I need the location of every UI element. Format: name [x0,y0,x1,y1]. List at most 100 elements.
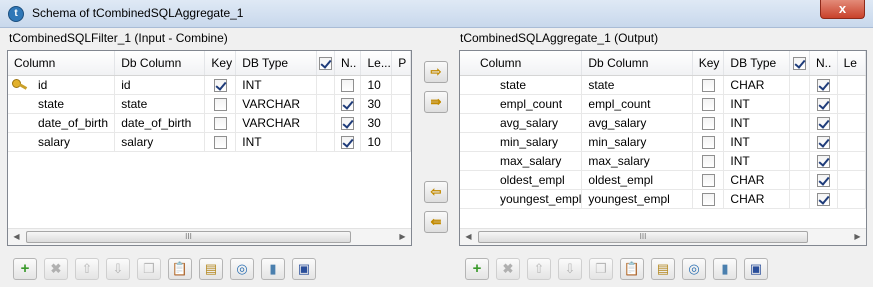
cell-column[interactable]: avg_salary [460,113,583,133]
table-row[interactable]: empl_count empl_count INT [460,94,866,114]
checkbox[interactable] [816,78,830,92]
cell-nullable[interactable] [809,189,838,209]
move-up-button[interactable]: ⇧ [75,258,99,280]
checkbox[interactable] [816,173,830,187]
header-key[interactable]: Key [204,51,237,76]
cell-key[interactable] [204,75,237,95]
cell-db-type[interactable]: VARCHAR [235,113,317,133]
cell-key[interactable] [204,94,237,114]
cell-key[interactable] [692,170,725,190]
header-column[interactable]: Column [460,51,583,76]
cell-db-type[interactable]: INT [235,132,317,152]
table-row[interactable]: state state CHAR [460,75,866,95]
scroll-left-arrow-icon[interactable]: ◀ [8,229,25,245]
cell-db-type[interactable]: CHAR [723,75,791,95]
cell-key[interactable] [204,113,237,133]
header-db-column[interactable]: Db Column [581,51,693,76]
cell-nullable[interactable] [809,170,838,190]
checkbox[interactable] [701,154,715,168]
cell-key[interactable] [692,113,725,133]
checkbox[interactable] [213,135,227,149]
cell-db-column[interactable]: max_salary [581,151,693,171]
cell-db-column[interactable]: empl_count [581,94,693,114]
table-row[interactable]: date_of_birth date_of_birth VARCHAR 30 [8,113,411,133]
scroll-left-arrow-icon[interactable]: ◀ [460,229,477,245]
cell-db-column[interactable]: id [114,75,206,95]
header-length[interactable]: Le... [360,51,393,76]
scroll-right-arrow-icon[interactable]: ▶ [849,229,866,245]
cell-db-column[interactable]: state [114,94,206,114]
cell-db-type[interactable]: INT [723,113,791,133]
cell-nullable[interactable] [809,94,838,114]
cell-key[interactable] [692,189,725,209]
cell-db-type[interactable]: CHAR [723,170,791,190]
header-db-type[interactable]: DB Type [235,51,317,76]
save-button[interactable]: ▣ [292,258,316,280]
input-horizontal-scrollbar[interactable]: ◀ III ▶ [8,228,411,245]
cell-column[interactable]: state [8,94,116,114]
scroll-thumb[interactable]: III [478,231,808,243]
export-button[interactable]: ◎ [682,258,706,280]
cell-db-column[interactable]: salary [114,132,206,152]
cell-db-type[interactable]: INT [723,151,791,171]
cell-key[interactable] [692,132,725,152]
copy-button[interactable]: ❐ [589,258,613,280]
table-row[interactable]: oldest_empl oldest_empl CHAR [460,170,866,190]
save-button[interactable]: ▣ [744,258,768,280]
table-row[interactable]: salary salary INT 10 [8,132,411,152]
cell-length[interactable] [837,113,866,133]
paste-button[interactable]: 📋 [168,258,192,280]
table-row[interactable]: id id INT 10 [8,75,411,95]
export-button[interactable]: ◎ [230,258,254,280]
cell-column[interactable]: salary [8,132,116,152]
reset-button[interactable]: ▮ [713,258,737,280]
cell-db-type[interactable]: CHAR [723,189,791,209]
select-all-checkbox[interactable] [318,56,332,70]
checkbox[interactable] [701,97,715,111]
scroll-right-arrow-icon[interactable]: ▶ [394,229,411,245]
checkbox[interactable] [213,116,227,130]
cell-key[interactable] [204,132,237,152]
checkbox[interactable] [701,116,715,130]
cell-length[interactable] [837,132,866,152]
cell-column[interactable]: date_of_birth [8,113,116,133]
import-button[interactable]: ▤ [199,258,223,280]
cell-length[interactable]: 10 [360,75,393,95]
table-row[interactable]: avg_salary avg_salary INT [460,113,866,133]
header-key[interactable]: Key [692,51,725,76]
cell-length[interactable] [837,189,866,209]
cell-db-column[interactable]: state [581,75,693,95]
cell-length[interactable]: 10 [360,132,393,152]
add-column-button[interactable]: + [465,258,489,280]
cell-column[interactable]: max_salary [460,151,583,171]
remove-column-button[interactable]: ✖ [44,258,68,280]
cell-db-type[interactable]: INT [235,75,317,95]
cell-nullable[interactable] [334,94,362,114]
move-down-button[interactable]: ⇩ [558,258,582,280]
copy-button[interactable]: ❐ [137,258,161,280]
checkbox[interactable] [701,78,715,92]
header-column[interactable]: Column [8,51,116,76]
cell-key[interactable] [692,151,725,171]
reset-button[interactable]: ▮ [261,258,285,280]
checkbox[interactable] [341,116,355,130]
cell-nullable[interactable] [809,75,838,95]
cell-db-column[interactable]: oldest_empl [581,170,693,190]
cell-precision[interactable] [391,75,411,95]
checkbox[interactable] [816,154,830,168]
cell-db-type[interactable]: INT [723,94,791,114]
cell-length[interactable] [837,151,866,171]
cell-nullable[interactable] [334,75,362,95]
checkbox[interactable] [341,97,355,111]
checkbox[interactable] [213,97,227,111]
cell-nullable[interactable] [809,113,838,133]
move-down-button[interactable]: ⇩ [106,258,130,280]
header-db-type[interactable]: DB Type [723,51,791,76]
cell-length[interactable]: 30 [360,113,393,133]
cell-precision[interactable] [391,132,411,152]
output-horizontal-scrollbar[interactable]: ◀ III ▶ [460,228,866,245]
cell-precision[interactable] [391,113,411,133]
checkbox[interactable] [816,192,830,206]
copy-selected-right-button[interactable]: ⇨ [424,61,448,83]
scroll-thumb[interactable]: III [26,231,351,243]
